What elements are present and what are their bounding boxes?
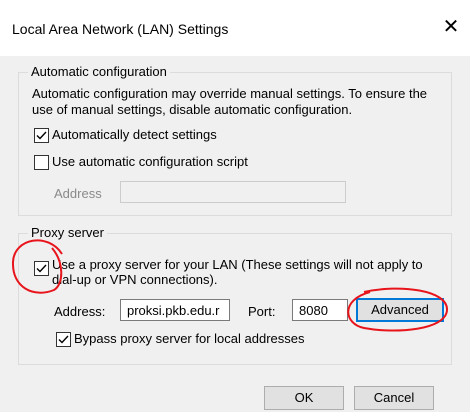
advanced-button[interactable]: Advanced (356, 298, 444, 322)
automatically-detect-label[interactable]: Automatically detect settings (52, 127, 217, 142)
window-title: Local Area Network (LAN) Settings (12, 21, 229, 37)
use-proxy-label-line2[interactable]: dial-up or VPN connections). (52, 272, 217, 287)
title-bar: Local Area Network (LAN) Settings ✕ (0, 0, 470, 56)
use-proxy-label-line1[interactable]: Use a proxy server for your LAN (These s… (52, 257, 423, 272)
ok-button[interactable]: OK (264, 386, 344, 410)
script-address-label: Address (54, 186, 102, 201)
script-address-input (120, 181, 346, 203)
use-automatic-script-checkbox[interactable] (34, 155, 49, 170)
proxy-address-input[interactable]: proksi.pkb.edu.r (120, 299, 230, 321)
checkmark-icon (36, 264, 47, 273)
proxy-server-legend: Proxy server (28, 225, 107, 240)
cancel-button[interactable]: Cancel (354, 386, 434, 410)
automatic-configuration-legend: Automatic configuration (28, 64, 170, 79)
bypass-local-label[interactable]: Bypass proxy server for local addresses (74, 331, 304, 346)
proxy-address-label: Address: (54, 304, 106, 319)
checkmark-icon (36, 131, 47, 140)
automatic-configuration-description-line1: Automatic configuration may override man… (32, 86, 428, 101)
automatic-configuration-description-line2: use of manual settings, disable automati… (32, 102, 353, 117)
bypass-local-checkbox[interactable] (56, 332, 71, 347)
proxy-port-label: Port: (248, 304, 276, 319)
checkmark-icon (58, 335, 69, 344)
proxy-port-input[interactable]: 8080 (292, 299, 348, 321)
close-icon[interactable]: ✕ (440, 16, 462, 38)
use-automatic-script-label[interactable]: Use automatic configuration script (52, 154, 248, 169)
automatically-detect-checkbox[interactable] (34, 128, 49, 143)
use-proxy-checkbox[interactable] (34, 261, 49, 276)
